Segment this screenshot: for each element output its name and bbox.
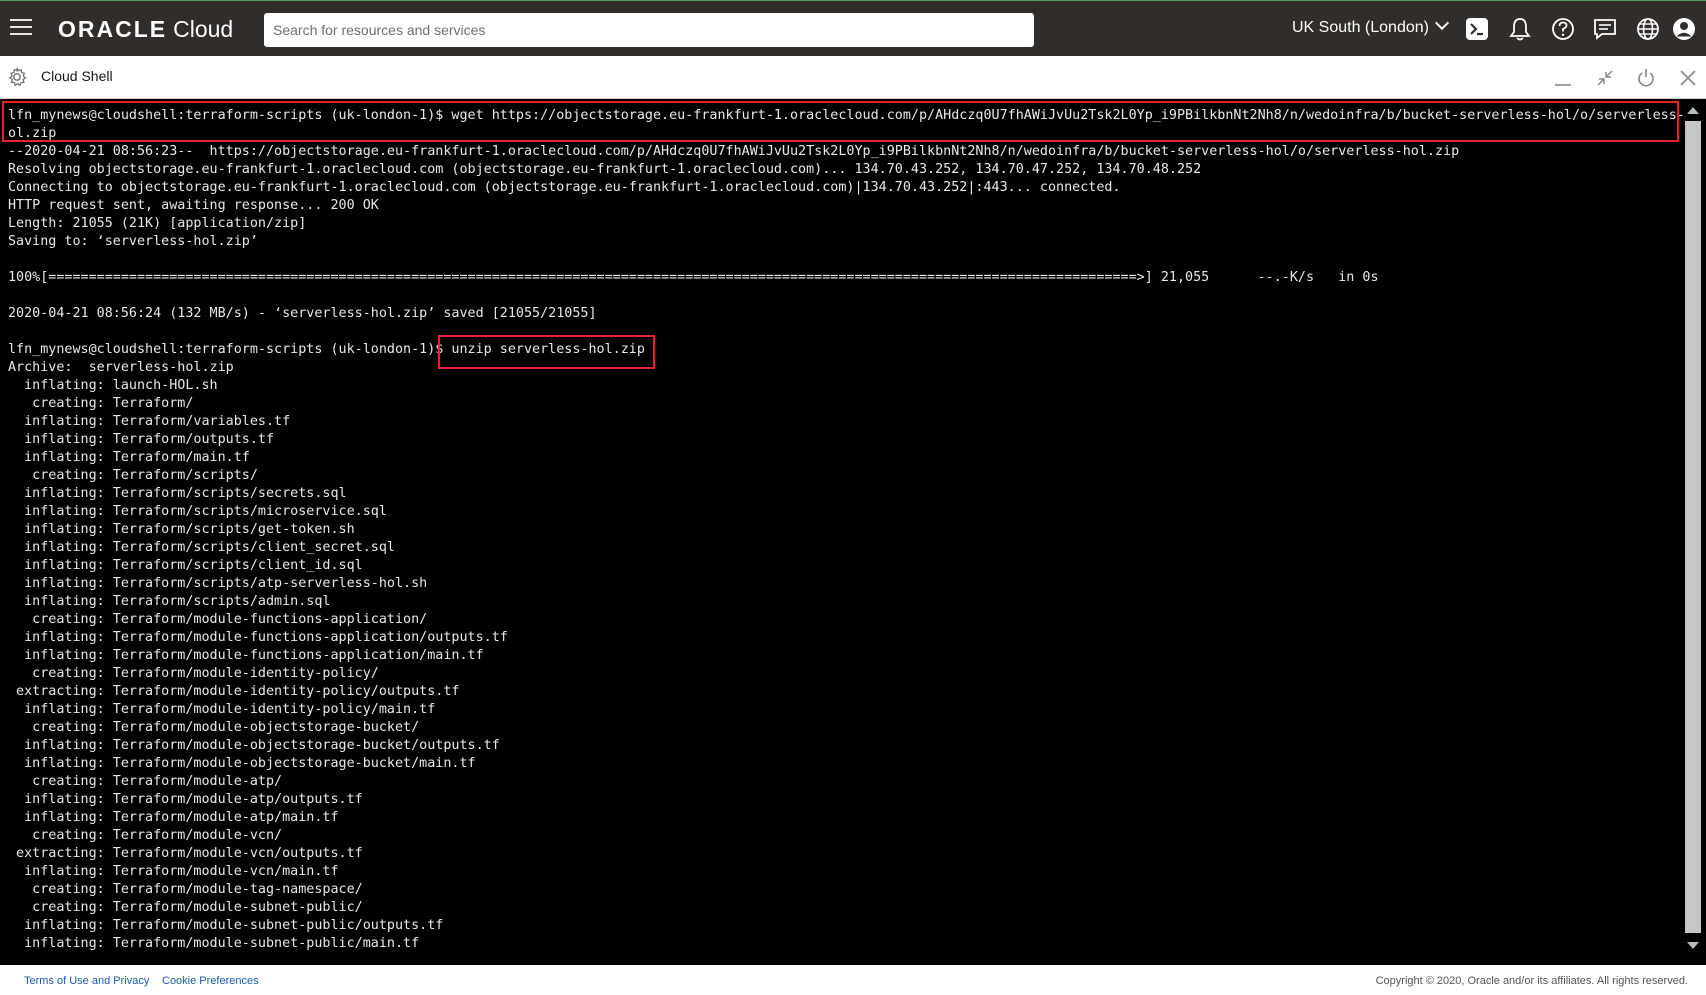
terminal-line: inflating: Terraform/module-functions-ap…: [24, 648, 484, 663]
terminal-line: inflating: Terraform/module-subnet-publi…: [24, 918, 444, 933]
terminal-line: creating: Terraform/module-vcn/: [32, 828, 283, 843]
cloud-shell-icon[interactable]: [1463, 15, 1491, 43]
terminal-line: creating: Terraform/module-subnet-public…: [32, 900, 363, 915]
terminal-line: inflating: Terraform/scripts/microservic…: [24, 504, 387, 519]
region-selector[interactable]: UK South (London): [1292, 15, 1450, 37]
terminal-line: inflating: Terraform/scripts/secrets.sql: [24, 486, 347, 501]
scrollbar-thumb[interactable]: [1685, 121, 1701, 933]
wget-command-highlight: [2, 101, 1679, 142]
close-icon[interactable]: [1677, 67, 1699, 89]
terminal-line: 2020-04-21 08:56:24 (132 MB/s) - ‘server…: [8, 306, 597, 321]
cloud-shell-title: Cloud Shell: [41, 68, 113, 84]
terminal-line: creating: Terraform/module-functions-app…: [32, 612, 428, 627]
hamburger-menu-icon[interactable]: [10, 19, 32, 37]
scroll-up-arrow-icon[interactable]: [1687, 107, 1699, 114]
terminal-line: creating: Terraform/scripts/: [32, 468, 258, 483]
help-icon[interactable]: [1549, 15, 1577, 43]
logo-brand: ORACLE: [58, 16, 168, 42]
chevron-down-icon: [1434, 15, 1450, 31]
terminal-line: creating: Terraform/module-tag-namespace…: [32, 882, 363, 897]
terminal-line: inflating: Terraform/module-functions-ap…: [24, 630, 508, 645]
terminal-output[interactable]: lfn_mynews@cloudshell:terraform-scripts …: [0, 99, 1683, 957]
terminal-line: Saving to: ‘serverless-hol.zip’: [8, 234, 258, 249]
terminal-line: creating: Terraform/module-identity-poli…: [32, 666, 379, 681]
terminal-line: Connecting to objectstorage.eu-frankfurt…: [8, 180, 1121, 195]
terminal-line: --2020-04-21 08:56:23-- https://objectst…: [8, 144, 1460, 159]
gear-icon[interactable]: [6, 66, 28, 88]
cloud-shell-titlebar: Cloud Shell: [0, 56, 1706, 99]
terminal-line: inflating: Terraform/variables.tf: [24, 414, 291, 429]
terms-link[interactable]: Terms of Use and Privacy: [24, 975, 149, 987]
terminal-line: inflating: Terraform/outputs.tf: [24, 432, 275, 447]
region-label: UK South (London): [1292, 19, 1429, 36]
terminal-line: inflating: Terraform/module-identity-pol…: [24, 702, 436, 717]
terminal-scrollbar[interactable]: [1683, 99, 1703, 957]
terminal-line: extracting: Terraform/module-vcn/outputs…: [16, 846, 363, 861]
oracle-cloud-logo[interactable]: ORACLE Cloud: [58, 15, 233, 43]
terminal-line: HTTP request sent, awaiting response... …: [8, 198, 379, 213]
terminal-line: inflating: Terraform/module-vcn/main.tf: [24, 864, 339, 879]
terminal-line: inflating: Terraform/scripts/client_secr…: [24, 540, 395, 555]
restore-icon[interactable]: [1594, 67, 1616, 89]
restart-icon[interactable]: [1635, 67, 1657, 89]
terminal-line: inflating: Terraform/module-subnet-publi…: [24, 936, 420, 951]
terminal-line: inflating: Terraform/scripts/admin.sql: [24, 594, 331, 609]
terminal-line: inflating: Terraform/module-objectstorag…: [24, 738, 500, 753]
unzip-command-highlight: [438, 335, 655, 369]
terminal-line: inflating: Terraform/main.tf: [24, 450, 250, 465]
terminal-line: inflating: launch-HOL.sh: [24, 378, 218, 393]
terminal-line: Length: 21055 (21K) [application/zip]: [8, 216, 307, 231]
terminal-line: extracting: Terraform/module-identity-po…: [16, 684, 460, 699]
terminal-line: inflating: Terraform/module-atp/main.tf: [24, 810, 339, 825]
terminal-line: Resolving objectstorage.eu-frankfurt-1.o…: [8, 162, 1202, 177]
minimize-icon[interactable]: [1552, 67, 1574, 89]
logo-product: Cloud: [173, 16, 234, 42]
terminal-line: inflating: Terraform/module-objectstorag…: [24, 756, 476, 771]
terminal-line: inflating: Terraform/scripts/get-token.s…: [24, 522, 355, 537]
terminal-line: creating: Terraform/: [32, 396, 194, 411]
cookie-preferences-link[interactable]: Cookie Preferences: [162, 975, 259, 987]
user-avatar-icon[interactable]: [1670, 15, 1698, 43]
scroll-down-arrow-icon[interactable]: [1687, 942, 1699, 949]
terminal-line: inflating: Terraform/module-atp/outputs.…: [24, 792, 363, 807]
page-footer: Terms of Use and Privacy Cookie Preferen…: [0, 965, 1706, 995]
search-input[interactable]: [264, 13, 1034, 47]
bell-icon[interactable]: [1506, 15, 1534, 43]
terminal-line: creating: Terraform/module-atp/: [32, 774, 283, 789]
copyright-text: Copyright © 2020, Oracle and/or its affi…: [1375, 975, 1688, 987]
globe-icon[interactable]: [1634, 15, 1662, 43]
terminal-line: 100%[===================================…: [8, 270, 1379, 285]
terminal-text: lfn_mynews@cloudshell:terraform-scripts …: [8, 107, 1683, 953]
terminal-line: Archive: serverless-hol.zip: [8, 360, 234, 375]
terminal-line: inflating: Terraform/scripts/client_id.s…: [24, 558, 363, 573]
chat-icon[interactable]: [1591, 15, 1619, 43]
terminal-line: creating: Terraform/module-objectstorage…: [32, 720, 420, 735]
terminal-line: inflating: Terraform/scripts/atp-serverl…: [24, 576, 428, 591]
top-header: ORACLECloud UK South (London): [0, 0, 1706, 56]
